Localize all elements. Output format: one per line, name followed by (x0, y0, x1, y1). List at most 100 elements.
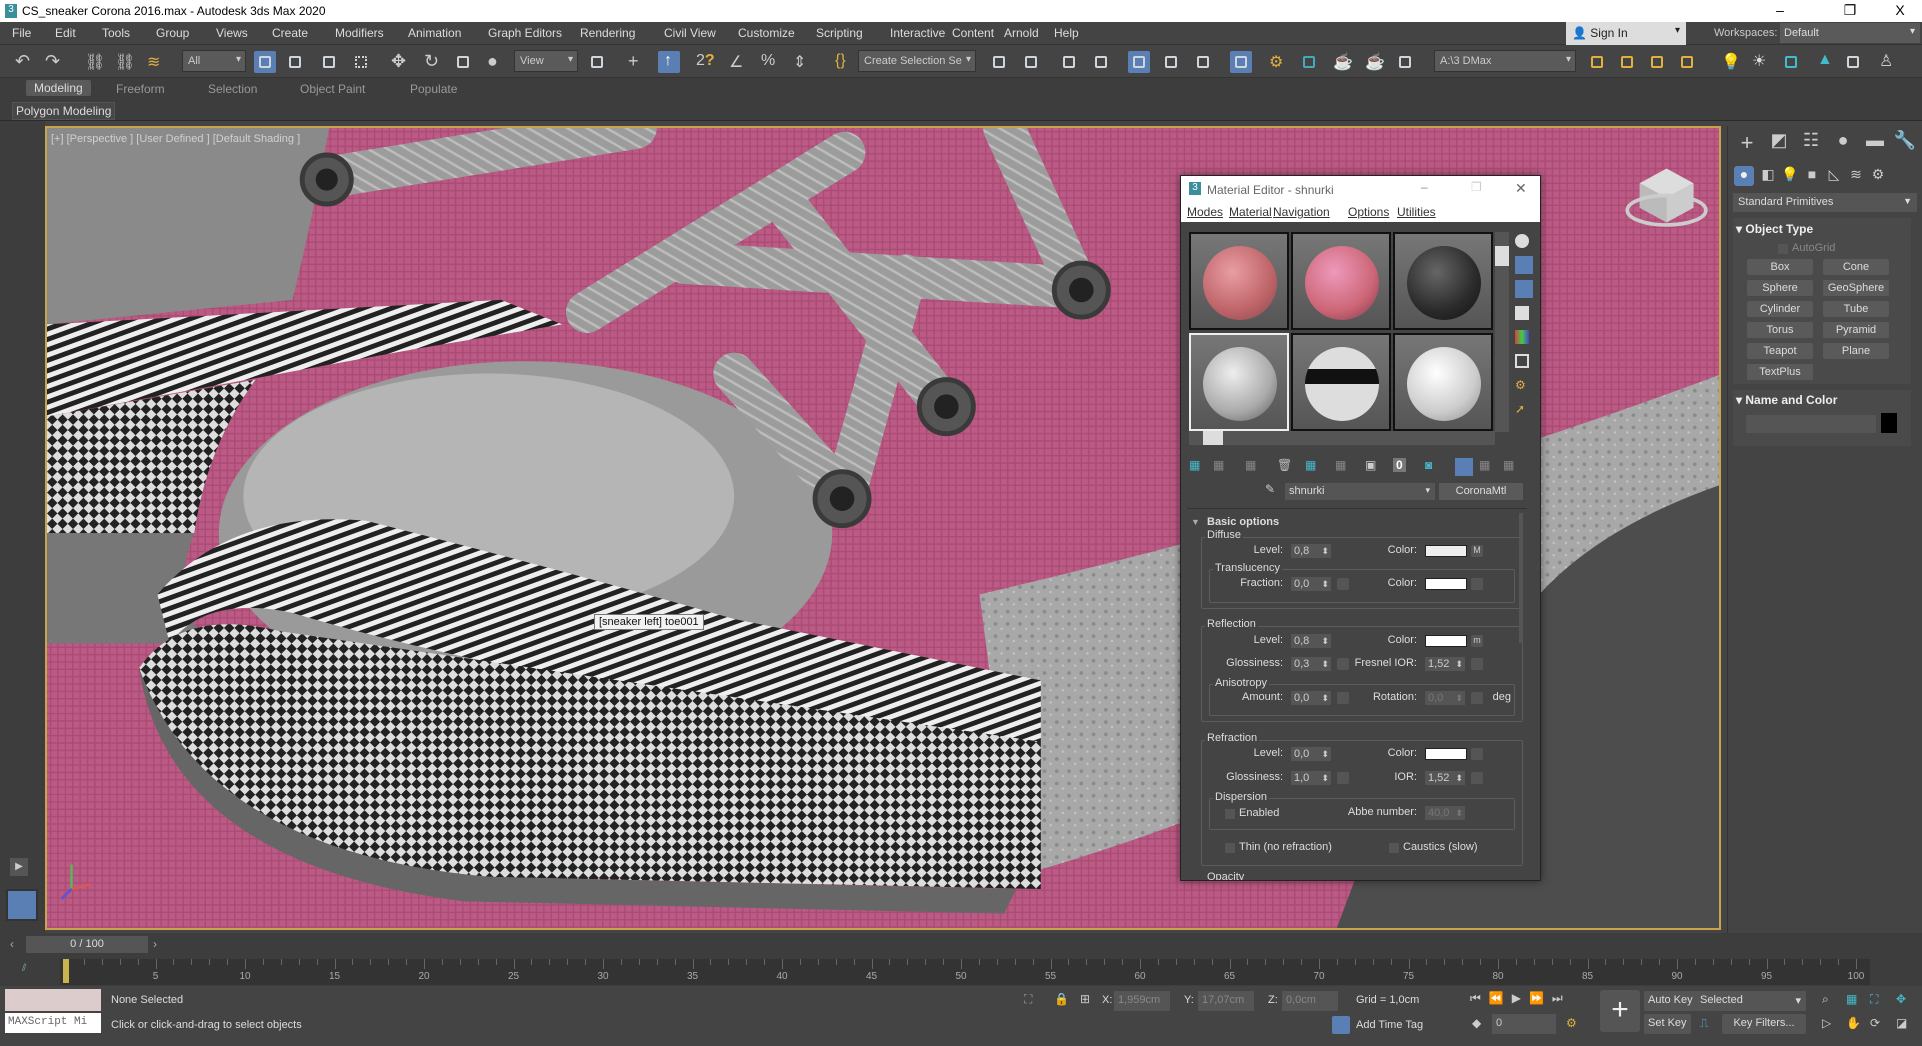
scene-state-dropdown[interactable]: A:\3 DMax (1434, 50, 1576, 72)
slots-horizontal-scrollbar[interactable] (1189, 431, 1495, 445)
make-copy-icon[interactable]: ▦ (1305, 458, 1316, 472)
undo-icon[interactable]: ↶ (12, 51, 34, 73)
unlink-icon[interactable]: ⛓ (112, 51, 135, 73)
timeline-ruler[interactable]: ⫽ 5 10 15 20 25 30 35 40 45 50 55 60 65 70 75 80 85 90 95 1… (0, 957, 1922, 986)
menu-animation[interactable]: Animation (408, 26, 461, 40)
add-time-tag-button[interactable]: Add Time Tag (1356, 1019, 1423, 1031)
align-icon[interactable] (1020, 51, 1042, 73)
selection-filter-dropdown[interactable]: All (182, 50, 246, 72)
translucency-map-button[interactable] (1471, 578, 1483, 590)
select-by-name-icon[interactable] (284, 51, 306, 73)
name-color-header[interactable]: ▾ Name and Color (1736, 393, 1837, 407)
rotation-map-button[interactable] (1471, 692, 1483, 704)
current-frame-field[interactable]: 0 (1492, 1014, 1556, 1034)
get-material-icon[interactable]: ▦ (1189, 458, 1200, 472)
translucency-color-swatch[interactable] (1425, 578, 1467, 590)
sun-icon[interactable]: ☀ (1748, 51, 1770, 73)
dispersion-enabled-checkbox[interactable] (1225, 809, 1235, 819)
previous-frame-button[interactable]: ‹ (10, 937, 14, 951)
show-end-result-icon[interactable] (1455, 458, 1473, 476)
select-object-icon[interactable] (254, 51, 276, 73)
reflection-glossiness-spinner[interactable]: 0,3 (1291, 657, 1331, 671)
named-selection-set-dropdown[interactable]: Create Selection Se (858, 50, 976, 72)
rotate-icon[interactable]: ↻ (420, 51, 442, 73)
minimize-button[interactable]: – (1421, 180, 1428, 194)
make-preview-icon[interactable] (1515, 354, 1529, 368)
go-forward-sibling-icon[interactable]: ▦ (1503, 458, 1514, 472)
menu-views[interactable]: Views (216, 26, 248, 40)
angle-snap-icon[interactable]: ∠ (726, 51, 748, 73)
diffuse-level-spinner[interactable]: 0,8 (1291, 544, 1331, 558)
helpers-icon[interactable]: ◺ (1824, 166, 1844, 186)
layer-icon-2[interactable] (1616, 51, 1638, 73)
misc-tool-icon[interactable]: ♙ (1874, 51, 1896, 73)
pyramid-button[interactable]: Pyramid (1823, 322, 1889, 338)
slots-vertical-scrollbar[interactable] (1495, 232, 1509, 432)
plane-button[interactable]: Plane (1823, 343, 1889, 359)
field-of-view-icon[interactable]: ▷ (1822, 1016, 1831, 1030)
video-color-check-icon[interactable] (1515, 330, 1529, 344)
sphere-button[interactable]: Sphere (1747, 280, 1813, 296)
layer-icon-4[interactable] (1676, 51, 1698, 73)
key-mode-toggle-icon[interactable]: ◆ (1472, 1016, 1481, 1030)
maximize-button[interactable]: ❐ (1471, 180, 1482, 194)
set-key-button[interactable]: Set Key (1644, 1014, 1691, 1034)
menu-arnold[interactable]: Arnold (1004, 26, 1039, 40)
default-tangent-icon[interactable]: ⎍ (1700, 1016, 1708, 1031)
diffuse-map-button[interactable]: M (1471, 545, 1483, 557)
torus-button[interactable]: Torus (1747, 322, 1813, 338)
material-editor-titlebar[interactable]: 3 Material Editor - shnurki – ❐ ✕ (1181, 176, 1540, 202)
menu-customize[interactable]: Customize (738, 26, 795, 40)
rectangular-selection-icon[interactable] (318, 51, 340, 73)
curve-editor-icon[interactable] (1160, 51, 1182, 73)
menu-modifiers[interactable]: Modifiers (335, 26, 384, 40)
reflection-map-button[interactable]: m (1471, 635, 1483, 647)
me-menu-material[interactable]: Material (1229, 205, 1272, 219)
eyedropper-icon[interactable]: ✎ (1265, 482, 1275, 496)
material-slot-2[interactable] (1291, 232, 1391, 330)
motion-tab-icon[interactable]: ● (1828, 130, 1858, 156)
percent-snap-icon[interactable]: % (758, 51, 780, 73)
bind-space-warp-icon[interactable]: ≋ (144, 51, 166, 73)
window-crossing-icon[interactable] (350, 51, 372, 73)
select-manipulate-icon[interactable]: + (624, 51, 646, 73)
orbit-icon[interactable]: ⟳ (1870, 1016, 1880, 1030)
geosphere-button[interactable]: GeoSphere (1823, 280, 1889, 296)
next-frame-button[interactable]: › (153, 937, 157, 951)
menu-content[interactable]: Content (952, 26, 994, 40)
select-by-material-icon[interactable]: ➚ (1515, 402, 1529, 416)
ribbon-tab-modeling[interactable]: Modeling (26, 80, 91, 96)
layer-icon-1[interactable] (1586, 51, 1608, 73)
material-slot-6[interactable] (1393, 333, 1493, 431)
scene-converter-icon[interactable] (1780, 51, 1802, 73)
menu-rendering[interactable]: Rendering (580, 26, 635, 40)
abbe-number-spinner[interactable]: 40,0 (1425, 806, 1465, 820)
refraction-map-button[interactable] (1471, 748, 1483, 760)
material-slot-5[interactable] (1291, 333, 1391, 431)
caustics-checkbox[interactable] (1389, 843, 1399, 853)
menu-create[interactable]: Create (272, 26, 308, 40)
put-to-scene-icon[interactable]: ▦ (1213, 458, 1224, 472)
maximize-viewport-icon[interactable]: ◪ (1896, 1016, 1907, 1030)
reference-coordinate-dropdown[interactable]: View (514, 50, 578, 72)
reflection-color-swatch[interactable] (1425, 635, 1467, 647)
menu-interactive[interactable]: Interactive (890, 26, 945, 40)
me-menu-navigation[interactable]: Navigation (1273, 205, 1330, 219)
maxscript-input[interactable]: MAXScript Mi (5, 1013, 101, 1033)
isolate-selection-icon[interactable]: ⛶ (1024, 992, 1032, 1007)
time-tag-icon[interactable] (1332, 1016, 1350, 1034)
mirror-icon[interactable] (988, 51, 1010, 73)
primitive-type-dropdown[interactable]: Standard Primitives ▼ (1733, 193, 1917, 212)
zoom-all-icon[interactable]: ▦ (1846, 992, 1857, 1006)
options-icon[interactable]: ⚙ (1515, 378, 1529, 392)
redo-icon[interactable]: ↷ (42, 51, 64, 73)
maxscript-listener-pink[interactable] (5, 989, 101, 1011)
cylinder-button[interactable]: Cylinder (1747, 301, 1813, 317)
y-coordinate-field[interactable]: 17,07cm (1198, 991, 1254, 1011)
sample-type-icon[interactable] (1515, 234, 1529, 248)
teapot-button[interactable]: Teapot (1747, 343, 1813, 359)
ribbon-tab-object-paint[interactable]: Object Paint (300, 82, 365, 96)
thin-checkbox[interactable] (1225, 843, 1235, 853)
time-configuration-icon[interactable]: ⚙ (1566, 1016, 1577, 1030)
ribbon-tab-selection[interactable]: Selection (208, 82, 257, 96)
